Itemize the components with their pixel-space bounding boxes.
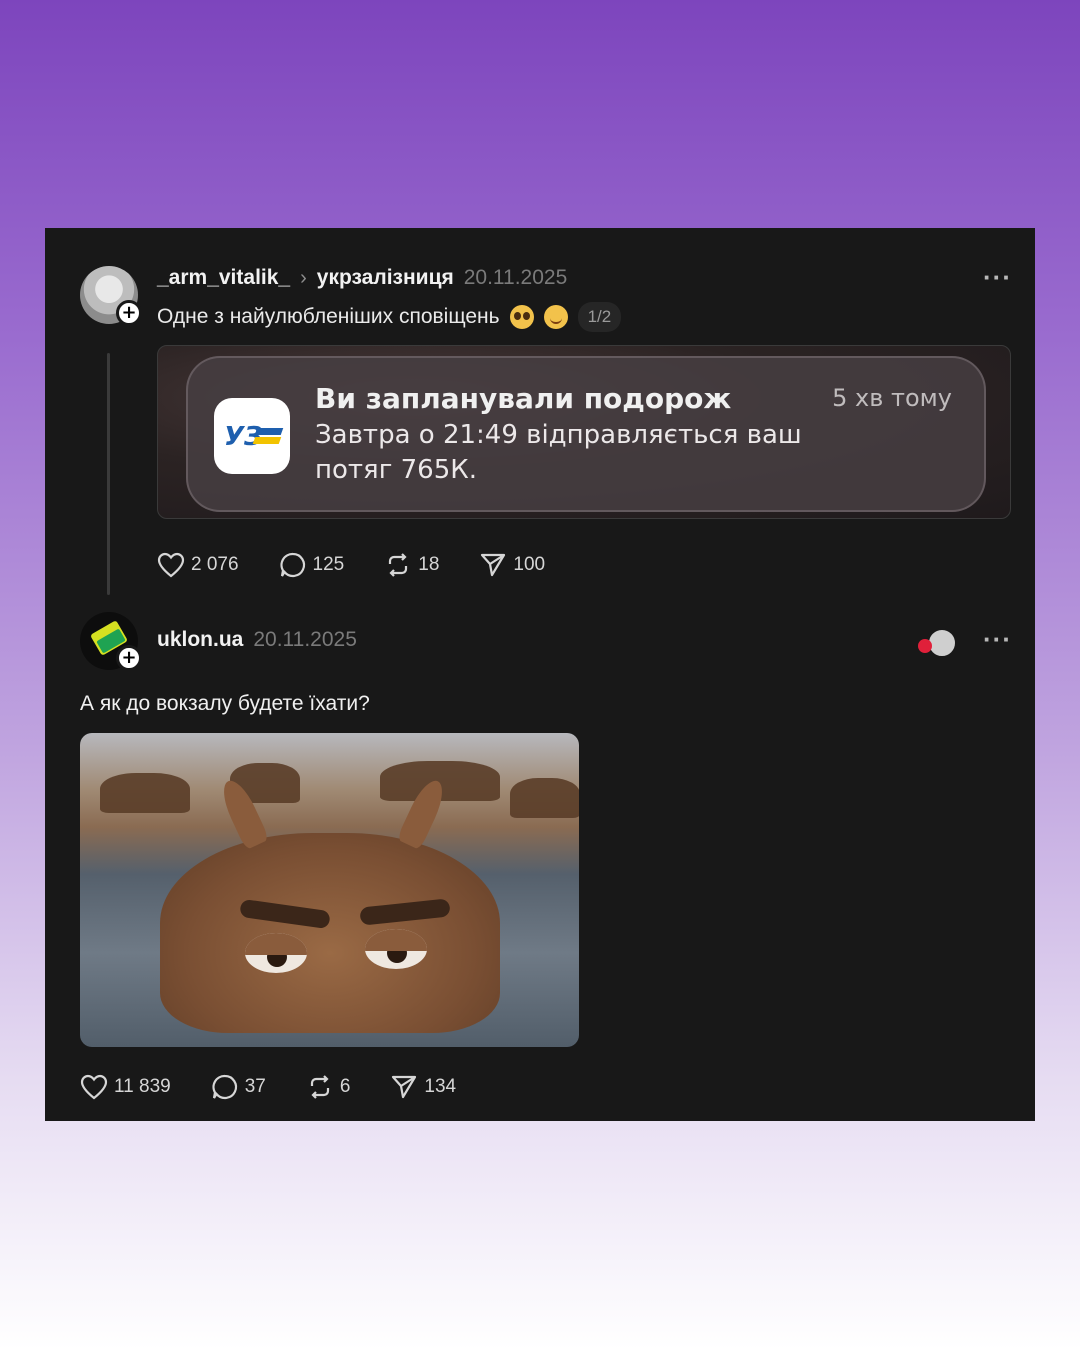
post1-username[interactable]: _arm_vitalik_ [157, 266, 290, 290]
repost-count: 18 [418, 554, 440, 575]
share-icon [481, 553, 506, 577]
notification-time: 5 хв тому [832, 384, 952, 412]
post2-image-hippo[interactable] [80, 733, 579, 1047]
share-button[interactable]: 100 [479, 551, 545, 579]
post2-username[interactable]: uklon.ua [157, 628, 243, 652]
pleading-face-emoji-icon [509, 305, 534, 329]
post1-caption-row: Одне з найулюбленіших сповіщень 1/2 [157, 302, 622, 332]
chevron-right-icon: › [300, 267, 307, 289]
follow-plus-icon[interactable]: + [116, 645, 142, 671]
share-icon [392, 1075, 417, 1099]
repost-icon [310, 1075, 329, 1099]
comment-count: 37 [244, 1076, 266, 1097]
thread-line [107, 353, 110, 595]
notification-banner: УЗ Ви запланували подорож 5 хв тому Завт… [186, 356, 986, 512]
repost-icon [389, 553, 408, 577]
like-count: 2 076 [191, 554, 239, 575]
post1-caption: Одне з найулюбленіших сповіщень [157, 305, 500, 328]
comment-button[interactable]: 125 [279, 551, 345, 579]
share-count: 134 [424, 1076, 457, 1097]
more-icon[interactable]: ··· [983, 262, 1012, 293]
post2-caption: А як до вокзалу будете їхати? [80, 692, 370, 715]
post2-actions: 11 839 37 6 134 [80, 1073, 496, 1101]
share-button[interactable]: 134 [390, 1073, 456, 1101]
threads-card: + _arm_vitalik_ › укрзалізниця 20.11.202… [45, 228, 1035, 1121]
comment-icon [212, 1074, 237, 1100]
like-button[interactable]: 2 076 [157, 552, 239, 578]
like-count: 11 839 [114, 1076, 171, 1097]
like-button[interactable]: 11 839 [80, 1074, 171, 1100]
repost-count: 6 [339, 1076, 351, 1097]
repost-button[interactable]: 18 [384, 551, 439, 579]
heart-icon [80, 1074, 108, 1100]
post2-header: uklon.ua 20.11.2025 [157, 628, 357, 652]
notification-title: Ви запланували подорож [315, 382, 732, 415]
more-icon[interactable]: ··· [983, 624, 1012, 655]
post1-reply-to[interactable]: укрзалізниця [317, 266, 454, 290]
post1-actions: 2 076 125 18 100 [157, 551, 585, 579]
repost-button[interactable]: 6 [306, 1073, 351, 1101]
post1-header: _arm_vitalik_ › укрзалізниця 20.11.2025 [157, 266, 567, 290]
share-count: 100 [513, 554, 546, 575]
notification-body: Завтра о 21:49 відправляється ваш потяг … [315, 420, 802, 485]
heart-badge-icon [918, 639, 932, 653]
follow-plus-icon[interactable]: + [116, 300, 142, 326]
uz-app-icon: УЗ [214, 398, 290, 474]
smiling-face-emoji-icon [543, 305, 568, 329]
media-counter: 1/2 [577, 302, 622, 332]
hippo-figure [160, 833, 500, 1033]
post2-date[interactable]: 20.11.2025 [253, 628, 357, 652]
comment-icon [279, 552, 305, 578]
heart-icon [157, 552, 185, 578]
comment-button[interactable]: 37 [211, 1073, 266, 1101]
post1-date[interactable]: 20.11.2025 [464, 266, 568, 290]
comment-count: 125 [312, 554, 345, 575]
post1-media-screenshot[interactable]: УЗ Ви запланували подорож 5 хв тому Завт… [157, 345, 1011, 519]
